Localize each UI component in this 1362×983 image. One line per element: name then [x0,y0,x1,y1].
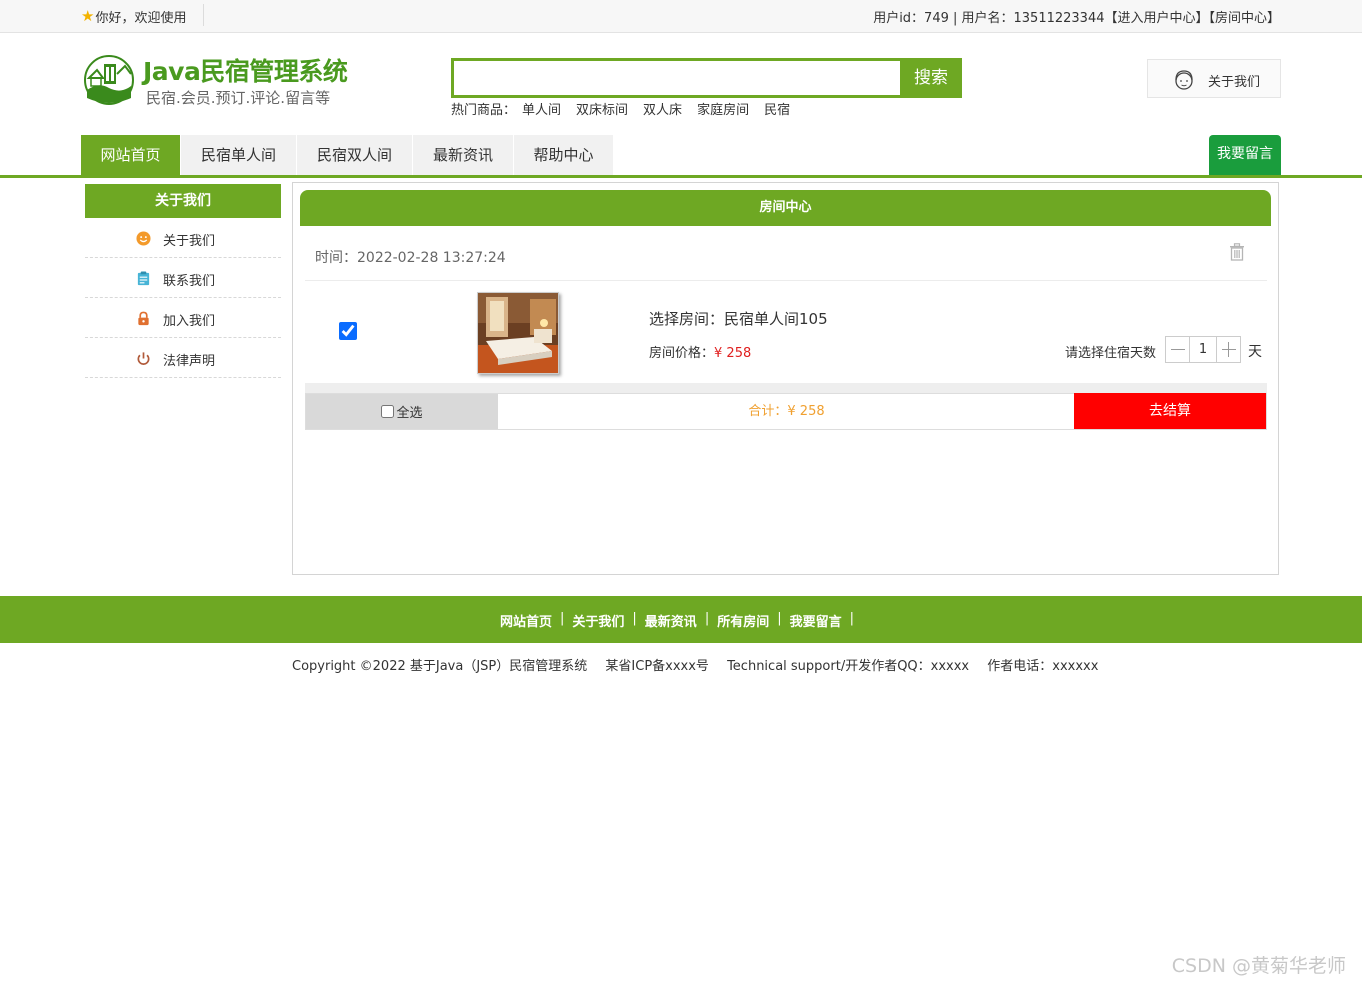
footer-nav: 网站首页 | 关于我们 | 最新资讯 | 所有房间 | 我要留言 | [0,596,1362,643]
sidebar-item-label: 加入我们 [163,314,216,329]
footer-link-message[interactable]: 我要留言 [790,611,842,630]
footer-links: 网站首页 | 关于我们 | 最新资讯 | 所有房间 | 我要留言 | [500,611,862,630]
stay-days-stepper: 1 [1165,336,1241,363]
hot-keyword[interactable]: 单人间 [522,99,561,118]
greeting: ★ 你好，欢迎使用 [81,7,187,27]
room-price: 房间价格：¥ 258 [649,342,751,361]
footer-separator: | [704,611,710,626]
hot-keyword[interactable]: 民宿 [764,99,790,118]
sidebar-item-label: 联系我们 [163,274,216,289]
sidebar-item-contact[interactable]: 联系我们 [85,258,281,298]
sidebar-item-label: 法律声明 [163,354,216,369]
star-icon: ★ [81,7,95,25]
stay-days-unit: 天 [1248,344,1262,360]
copyright: Copyright ©2022 基于Java（JSP）民宿管理系统 某省ICP备… [292,655,1112,674]
hot-keyword[interactable]: 家庭房间 [697,99,749,118]
increment-button[interactable] [1216,337,1240,362]
footer-separator: | [849,611,855,626]
search-button[interactable]: 搜索 [900,58,962,98]
hot-label: 热门商品： [451,103,517,118]
room-thumbnail[interactable] [477,292,559,374]
logo-badge-icon [84,55,134,105]
main-nav: 网站首页 民宿单人间 民宿双人间 最新资讯 帮助中心 我要留言 [0,135,1362,178]
greeting-text: 你好，欢迎使用 [95,11,187,26]
lock-icon [138,311,149,326]
sidebar-item-join[interactable]: 加入我们 [85,298,281,338]
tech-support: Technical support/开发作者QQ：xxxxx [727,659,970,674]
customer-service-icon [1175,70,1193,90]
footer-separator: | [632,611,637,626]
leave-message-button[interactable]: 我要留言 [1209,135,1281,175]
room-price-value: ¥ 258 [714,346,752,361]
top-bar: ★ 你好，欢迎使用 用户id：749 | 用户名：13511223344【进入用… [0,0,1362,33]
panel-title: 房间中心 [300,190,1271,226]
site-subtitle: 民宿.会员.预订.评论.留言等 [146,89,331,107]
total-amount: 合计：¥ 258 [748,404,825,419]
smile-icon [136,231,151,246]
sidebar-item-label: 关于我们 [163,234,216,249]
author-phone: 作者电话：xxxxxx [987,659,1099,674]
order-time: 时间：2022-02-28 13:27:24 [315,250,506,266]
nav-tab-home[interactable]: 网站首页 [81,135,180,175]
trash-icon[interactable] [1229,243,1245,261]
about-us-label: 关于我们 [1208,75,1261,90]
divider [305,280,1267,281]
room-price-label: 房间价格： [649,346,715,361]
room-center-panel: 房间中心 时间：2022-02-28 13:27:24 选择房间：民宿单人间10… [292,182,1279,575]
divider-band [305,383,1267,393]
nav-tab-double-room[interactable]: 民宿双人间 [297,135,412,175]
hot-keywords: 热门商品： 单人间 双床标间 双人床 家庭房间 民宿 [451,99,805,118]
footer-link-home[interactable]: 网站首页 [500,611,552,630]
user-info-links[interactable]: 用户id：749 | 用户名：13511223344【进入用户中心】【房间中心】 [873,7,1280,26]
site-title: Java民宿管理系统 [143,57,348,86]
footer-separator: | [560,611,565,626]
stay-days-value[interactable]: 1 [1190,337,1216,362]
clipboard-icon [137,271,150,286]
hot-keyword[interactable]: 双人床 [643,99,682,118]
room-photo-image [478,293,558,373]
footer-link-rooms[interactable]: 所有房间 [717,611,769,630]
select-all-label: 全选 [396,406,423,421]
search-input[interactable] [454,61,900,95]
nav-tab-news[interactable]: 最新资讯 [413,135,513,175]
topbar-divider [203,4,204,26]
nav-tab-single-room[interactable]: 民宿单人间 [181,135,296,175]
checkout-button[interactable]: 去结算 [1074,393,1266,429]
about-us-box[interactable]: 关于我们 [1147,59,1281,98]
power-icon [137,352,150,365]
decrement-button[interactable] [1166,337,1190,362]
room-name: 选择房间：民宿单人间105 [649,310,828,328]
footer-link-news[interactable]: 最新资讯 [645,611,697,630]
sidebar-item-legal[interactable]: 法律声明 [85,338,281,378]
copyright-text: Copyright ©2022 基于Java（JSP）民宿管理系统 [292,659,588,674]
select-all-checkbox[interactable] [381,405,395,418]
icp-number: 某省ICP备xxxx号 [605,659,709,674]
watermark: CSDN @黄菊华老师 [1171,955,1346,977]
stay-days-label: 请选择住宿天数 [1065,346,1157,361]
hot-keyword[interactable]: 双床标间 [576,99,628,118]
cart-footer: 全选 合计：¥ 258 去结算 [305,393,1267,430]
sidebar-title: 关于我们 [85,184,281,218]
site-logo[interactable]: Java民宿管理系统 民宿.会员.预订.评论.留言等 [81,52,348,108]
footer-link-about[interactable]: 关于我们 [572,611,624,630]
footer-separator: | [777,611,782,626]
select-all[interactable]: 全选 [306,394,498,429]
search-bar: 搜索 [451,58,962,98]
sidebar-item-about[interactable]: 关于我们 [85,218,281,258]
sidebar: 关于我们 关于我们 联系我们 加入我们 法律声明 [85,184,281,378]
room-select-checkbox[interactable] [339,322,357,340]
nav-tab-help[interactable]: 帮助中心 [514,135,613,175]
